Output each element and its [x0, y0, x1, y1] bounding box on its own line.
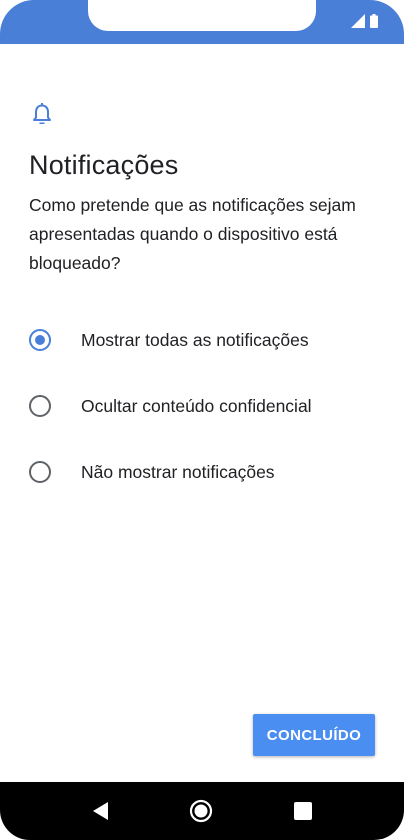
page-description: Como pretende que as notificações sejam … [29, 195, 356, 273]
signal-icon [351, 14, 365, 28]
page-title: Notificações [29, 150, 179, 180]
option-label: Mostrar todas as notificações [81, 329, 309, 350]
status-icons [351, 14, 378, 28]
radio-button[interactable] [29, 395, 51, 417]
back-button[interactable] [89, 799, 113, 823]
bell-icon [33, 103, 51, 124]
option-show-none[interactable]: Não mostrar notificações [0, 450, 404, 494]
home-icon [189, 799, 213, 823]
home-button[interactable] [189, 799, 213, 823]
notch [88, 0, 316, 31]
recents-icon [294, 802, 312, 820]
radio-button[interactable] [29, 461, 51, 483]
done-button[interactable]: CONCLUÍDO [253, 714, 375, 756]
option-show-all[interactable]: Mostrar todas as notificações [0, 318, 404, 362]
battery-icon [370, 14, 378, 28]
option-hide-sensitive[interactable]: Ocultar conteúdo confidencial [0, 384, 404, 428]
recents-button[interactable] [291, 799, 315, 823]
navigation-bar [0, 782, 404, 840]
status-bar [0, 0, 404, 44]
option-label: Não mostrar notificações [81, 461, 275, 482]
radio-button-selected[interactable] [29, 329, 51, 351]
back-icon [93, 802, 108, 820]
option-label: Ocultar conteúdo confidencial [81, 395, 312, 416]
